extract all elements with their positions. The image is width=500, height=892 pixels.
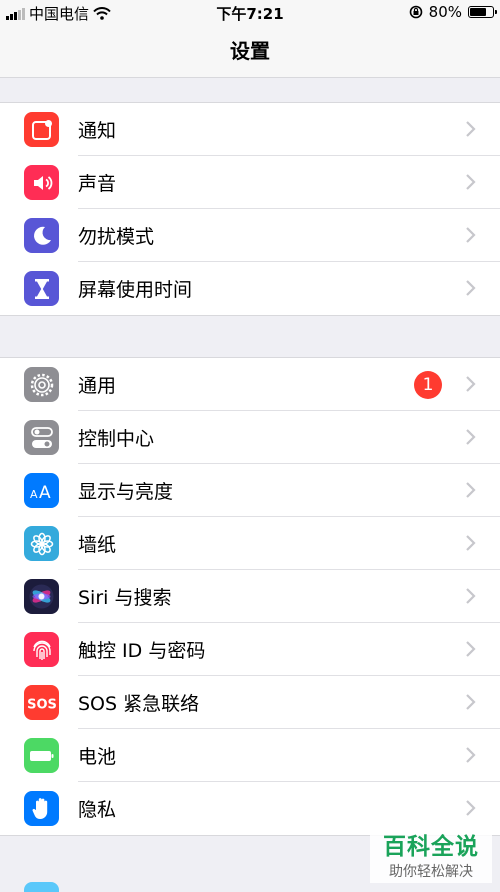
flower-icon	[24, 526, 59, 561]
settings-row-label: SOS 紧急联络	[78, 693, 200, 715]
settings-row-label: 屏幕使用时间	[78, 279, 193, 301]
rotation-lock-icon	[409, 5, 422, 19]
toggles-icon	[24, 420, 59, 455]
svg-text:SOS: SOS	[27, 697, 57, 712]
settings-row-battery[interactable]: 电池	[0, 729, 500, 782]
svg-text:A: A	[39, 483, 51, 503]
hourglass-icon	[24, 271, 59, 306]
settings-row-screen-time[interactable]: 屏幕使用时间	[0, 262, 500, 315]
settings-row-control-center[interactable]: 控制中心	[0, 411, 500, 464]
settings-row-wallpaper[interactable]: 墙纸	[0, 517, 500, 570]
moon-icon	[24, 218, 59, 253]
battery-status-icon	[468, 6, 497, 18]
settings-row-label: 勿扰模式	[78, 226, 155, 248]
settings-row-label: 控制中心	[78, 428, 155, 450]
settings-row-touch-id-passcode[interactable]: 触控 ID 与密码	[0, 623, 500, 676]
chevron-right-icon	[466, 280, 476, 296]
settings-row-emergency-sos[interactable]: SOS SOS 紧急联络	[0, 676, 500, 729]
hand-icon	[24, 791, 59, 826]
notification-badge: 1	[414, 371, 442, 399]
settings-group-1: 通知 声音 勿扰模式 屏幕使用时间	[0, 102, 500, 316]
settings-row-label: 显示与亮度	[78, 481, 174, 503]
chevron-right-icon	[466, 429, 476, 445]
chevron-right-icon	[466, 747, 476, 763]
settings-row-siri-search[interactable]: Siri 与搜索	[0, 570, 500, 623]
settings-row-label: Siri 与搜索	[78, 587, 172, 609]
battery-percent: 80%	[428, 3, 462, 21]
gear-icon	[24, 367, 59, 402]
chevron-right-icon	[466, 227, 476, 243]
watermark-title: 百科全说	[383, 834, 479, 860]
watermark: 百科全说 助你轻松解决	[370, 825, 492, 883]
page-title: 设置	[230, 39, 270, 63]
chevron-right-icon	[466, 535, 476, 551]
siri-icon	[24, 579, 59, 614]
sos-icon: SOS	[24, 685, 59, 720]
settings-group-2: 通用 1 控制中心 AA 显示与亮度 墙纸 Siri 与搜索 触控 ID 与密码…	[0, 357, 500, 836]
fingerprint-icon	[24, 632, 59, 667]
settings-row-do-not-disturb[interactable]: 勿扰模式	[0, 209, 500, 262]
settings-row-label: 电池	[78, 746, 117, 768]
watermark-subtitle: 助你轻松解决	[389, 864, 473, 880]
chevron-right-icon	[466, 482, 476, 498]
notifications-icon	[24, 112, 59, 147]
chevron-right-icon	[466, 588, 476, 604]
status-bar: 中国电信 下午7:21 80%	[0, 0, 500, 26]
battery-icon	[24, 738, 59, 773]
chevron-right-icon	[466, 376, 476, 392]
chevron-right-icon	[466, 121, 476, 137]
settings-row-general[interactable]: 通用 1	[0, 358, 500, 411]
partial-next-row-icon	[24, 882, 59, 892]
settings-row-label: 触控 ID 与密码	[78, 640, 206, 662]
text-size-icon: AA	[24, 473, 59, 508]
settings-row-notifications[interactable]: 通知	[0, 103, 500, 156]
settings-row-label: 通知	[78, 120, 117, 142]
settings-row-display-brightness[interactable]: AA 显示与亮度	[0, 464, 500, 517]
chevron-right-icon	[466, 641, 476, 657]
settings-row-label: 隐私	[78, 799, 117, 821]
svg-text:A: A	[30, 488, 38, 501]
speaker-icon	[24, 165, 59, 200]
nav-bar: 设置	[0, 26, 500, 78]
settings-row-label: 声音	[78, 173, 117, 195]
chevron-right-icon	[466, 174, 476, 190]
settings-row-label: 通用	[78, 375, 117, 397]
settings-row-label: 墙纸	[78, 534, 117, 556]
chevron-right-icon	[466, 800, 476, 816]
settings-row-sounds[interactable]: 声音	[0, 156, 500, 209]
chevron-right-icon	[466, 694, 476, 710]
